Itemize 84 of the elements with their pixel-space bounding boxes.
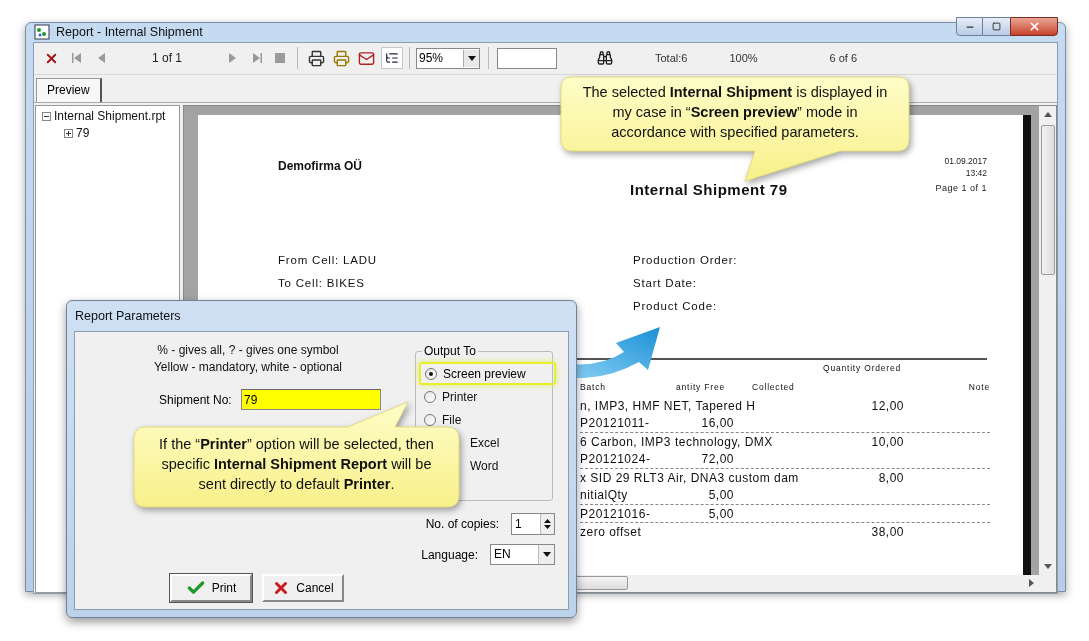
column-header: Batch	[580, 380, 607, 394]
copies-label: No. of copies:	[425, 516, 499, 533]
report-time: 13:42	[965, 166, 987, 179]
search-field[interactable]	[497, 47, 557, 69]
report-field: Product Code:	[633, 298, 738, 315]
window-title: Report - Internal Shipment	[56, 24, 203, 41]
batch-number: P20121011-	[580, 415, 651, 433]
total-label: Total:6	[655, 51, 688, 66]
dropdown-caret-icon	[542, 552, 551, 557]
column-group-header: Quantity Ordered	[823, 362, 901, 376]
group-label: Output To	[422, 344, 478, 358]
close-button[interactable]	[1010, 17, 1058, 36]
report-date: 01.09.2017	[944, 154, 987, 167]
cancel-button[interactable]: Cancel	[262, 574, 344, 602]
minimize-button[interactable]	[956, 17, 983, 36]
spin-down-icon[interactable]	[544, 525, 551, 529]
radio-option[interactable]: Printer	[424, 385, 552, 408]
column-header: antity Free	[676, 380, 726, 394]
group-tree-toggle[interactable]	[381, 47, 403, 70]
item-description: x SID 29 RLT3 Air, DNA3 custom dam	[580, 469, 800, 487]
page-number: Page 1 of 1	[935, 181, 987, 194]
tree-item[interactable]: Internal Shipment.rpt	[54, 107, 166, 126]
quantity-free: 72,00	[700, 451, 734, 469]
zoom-percent: 100%	[729, 51, 758, 66]
copies-spinner[interactable]: 1	[511, 513, 555, 535]
batch-number: P20121016-	[580, 505, 652, 523]
print-button[interactable]: Print	[170, 574, 252, 602]
report-field: From Cell: LADU	[278, 252, 633, 269]
report-field: Production Order:	[633, 252, 738, 269]
dropdown-caret-icon	[467, 55, 476, 61]
quantity-free: 5,00	[707, 487, 734, 505]
close-icon	[1027, 20, 1041, 33]
scroll-right-icon[interactable]	[1029, 579, 1034, 588]
company-name: Demofirma OÜ	[278, 157, 363, 175]
tree-icon	[385, 51, 399, 66]
hint-text: Yellow - mandatory, white - optional	[153, 359, 343, 376]
quantity-ordered: 38,00	[870, 523, 904, 541]
report-field: Start Date:	[633, 275, 738, 292]
tree-item[interactable]: 79	[76, 124, 90, 143]
spin-up-icon[interactable]	[544, 519, 551, 523]
scroll-down-icon[interactable]	[1043, 563, 1052, 569]
quantity-free: 5,00	[707, 505, 734, 523]
shipment-no-label: Shipment No:	[159, 391, 233, 409]
record-indicator: 6 of 6	[829, 51, 858, 66]
export-mail-icon[interactable]	[358, 49, 375, 67]
report-field: To Cell: BIKES	[278, 275, 633, 292]
quantity-ordered: 8,00	[877, 469, 904, 487]
quantity-free: 16,00	[700, 415, 734, 433]
hint-text: % - gives all, ? - gives one symbol	[157, 342, 339, 359]
quantity-ordered: 12,00	[870, 397, 904, 415]
radio-button[interactable]	[424, 390, 436, 403]
radio-button[interactable]	[424, 413, 436, 426]
expand-toggle[interactable]	[64, 128, 73, 138]
collapse-toggle[interactable]	[42, 111, 51, 121]
item-description: n, IMP3, HMF NET, Tapered H	[580, 397, 757, 415]
dialog-title: Report Parameters	[75, 307, 181, 325]
zoom-select[interactable]: 95%	[416, 47, 480, 69]
radio-option[interactable]: File	[424, 408, 552, 431]
printer-setup-icon[interactable]	[333, 49, 350, 67]
item-description: zero offset	[580, 523, 643, 541]
column-header: Note	[968, 380, 990, 394]
batch-number: nitialQty	[580, 487, 629, 505]
plus-icon	[65, 129, 72, 137]
maximize-button[interactable]	[983, 17, 1010, 36]
radio-label[interactable]: Word	[470, 456, 499, 475]
shipment-no-field[interactable]: 79	[241, 389, 381, 410]
scrollbar-thumb[interactable]	[1040, 124, 1055, 275]
search-icon[interactable]	[597, 50, 613, 67]
app-icon	[34, 24, 50, 41]
column-header: Collected	[752, 380, 796, 394]
print-icon[interactable]	[308, 49, 325, 67]
page-indicator: 1 of 1	[151, 50, 183, 68]
quantity-ordered: 10,00	[870, 433, 904, 451]
scroll-up-icon[interactable]	[1043, 111, 1052, 117]
language-select[interactable]: EN	[490, 544, 555, 565]
maximize-icon	[992, 22, 1001, 31]
batch-number: P20121024-	[580, 451, 652, 469]
radio-option[interactable]: Screen preview	[419, 362, 556, 385]
preview-tab[interactable]: Preview	[36, 77, 102, 102]
language-label: Language:	[421, 546, 478, 564]
radio-label[interactable]: Excel	[470, 433, 500, 452]
report-title: Internal Shipment 79	[629, 179, 788, 200]
radio-button[interactable]	[425, 367, 437, 380]
item-description: 6 Carbon, IMP3 technology, DMX	[580, 433, 774, 451]
